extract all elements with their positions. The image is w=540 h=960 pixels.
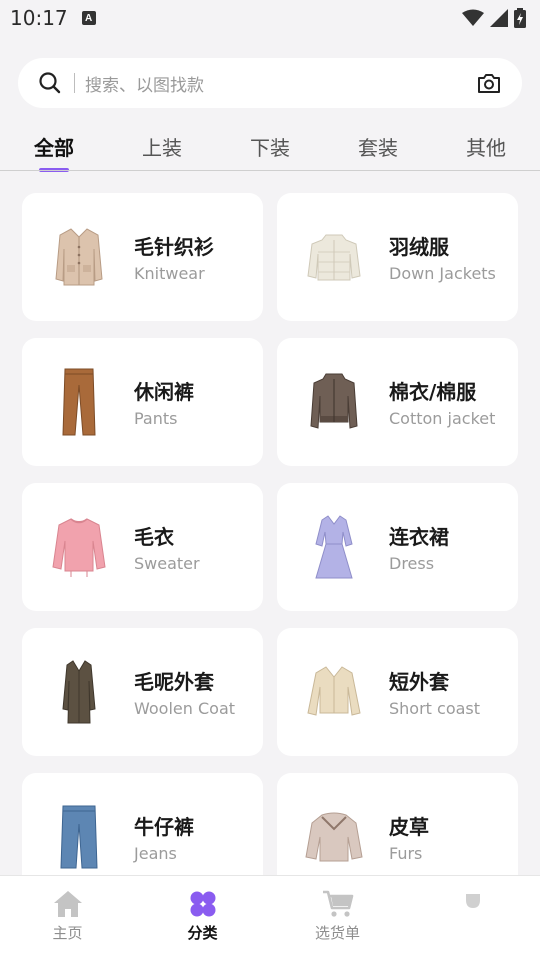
category-card-woolen-coat[interactable]: 毛呢外套 Woolen Coat — [22, 628, 263, 756]
category-card-short-coat[interactable]: 短外套 Short coast — [277, 628, 518, 756]
sweater-icon — [52, 518, 106, 577]
category-subtitle: Knitwear — [134, 264, 205, 283]
category-subtitle: Woolen Coat — [134, 699, 236, 718]
nav-home[interactable]: 主页 — [0, 876, 135, 960]
notification-badge-icon: A — [81, 11, 96, 25]
category-name: 短外套 — [389, 670, 449, 694]
category-card-sweater[interactable]: 毛衣 Sweater — [22, 483, 263, 611]
nav-profile[interactable] — [405, 876, 540, 960]
status-time: 10:17 — [10, 6, 68, 30]
category-name: 休闲裤 — [134, 380, 194, 404]
search-icon — [39, 72, 61, 94]
category-card-pants[interactable]: 休闲裤 Pants — [22, 338, 263, 466]
category-tabs: 全部 上装 下装 套装 其他 — [0, 126, 540, 172]
cardigan-icon — [55, 228, 103, 286]
tab-other[interactable]: 其他 — [464, 126, 508, 170]
category-name: 棉衣/棉服 — [389, 380, 477, 404]
jeans-icon — [60, 805, 98, 869]
tab-tops[interactable]: 上装 — [140, 126, 184, 170]
nav-label: 选货单 — [314, 924, 360, 942]
dress-icon — [315, 515, 353, 579]
search-divider — [74, 73, 75, 93]
category-card-down-jackets[interactable]: 羽绒服 Down Jackets — [277, 193, 518, 321]
profile-icon — [465, 894, 480, 908]
category-card-cotton-jacket[interactable]: 棉衣/棉服 Cotton jacket — [277, 338, 518, 466]
woolen-coat-icon — [62, 660, 96, 724]
bottom-navigation: 主页 分类 选货单 — [0, 875, 540, 960]
tab-all[interactable]: 全部 — [32, 126, 76, 172]
home-icon — [53, 891, 82, 917]
category-subtitle: Down Jackets — [389, 264, 496, 283]
category-subtitle: Cotton jacket — [389, 409, 496, 428]
battery-icon — [514, 8, 526, 28]
nav-label: 分类 — [187, 924, 218, 942]
pants-icon — [62, 368, 96, 436]
short-coat-icon — [307, 666, 361, 716]
wifi-icon — [462, 9, 484, 26]
category-name: 毛针织衫 — [134, 235, 214, 259]
nav-category[interactable]: 分类 — [135, 876, 270, 960]
camera-icon[interactable] — [476, 71, 502, 95]
category-name: 连衣裙 — [389, 525, 449, 549]
cart-icon — [322, 890, 353, 917]
down-jacket-icon — [307, 234, 361, 281]
nav-label: 主页 — [52, 924, 83, 942]
category-name: 毛呢外套 — [134, 670, 214, 694]
category-name: 牛仔裤 — [134, 815, 194, 839]
category-subtitle: Pants — [134, 409, 178, 428]
category-grid: 毛针织衫 Knitwear 羽绒服 Down Jackets 休闲裤 Pants — [22, 193, 518, 901]
category-name: 皮草 — [389, 815, 429, 839]
status-bar: 10:17 A — [0, 0, 540, 36]
category-subtitle: Short coast — [389, 699, 481, 718]
tabs-divider — [0, 170, 540, 171]
search-bar[interactable]: 搜索、以图找款 — [18, 58, 522, 108]
category-card-dress[interactable]: 连衣裙 Dress — [277, 483, 518, 611]
category-subtitle: Sweater — [134, 554, 200, 573]
category-subtitle: Furs — [389, 844, 423, 863]
fur-icon — [305, 812, 363, 862]
tab-bottoms[interactable]: 下装 — [248, 126, 292, 170]
category-name: 羽绒服 — [389, 235, 449, 259]
cotton-jacket-icon — [310, 373, 358, 429]
nav-selection-list[interactable]: 选货单 — [270, 876, 405, 960]
category-subtitle: Jeans — [134, 844, 177, 863]
category-name: 毛衣 — [134, 525, 174, 549]
category-card-knitwear[interactable]: 毛针织衫 Knitwear — [22, 193, 263, 321]
search-input[interactable]: 搜索、以图找款 — [85, 71, 476, 96]
tab-sets[interactable]: 套装 — [356, 126, 400, 170]
signal-icon — [490, 9, 508, 27]
category-subtitle: Dress — [389, 554, 435, 573]
category-icon — [190, 891, 215, 917]
